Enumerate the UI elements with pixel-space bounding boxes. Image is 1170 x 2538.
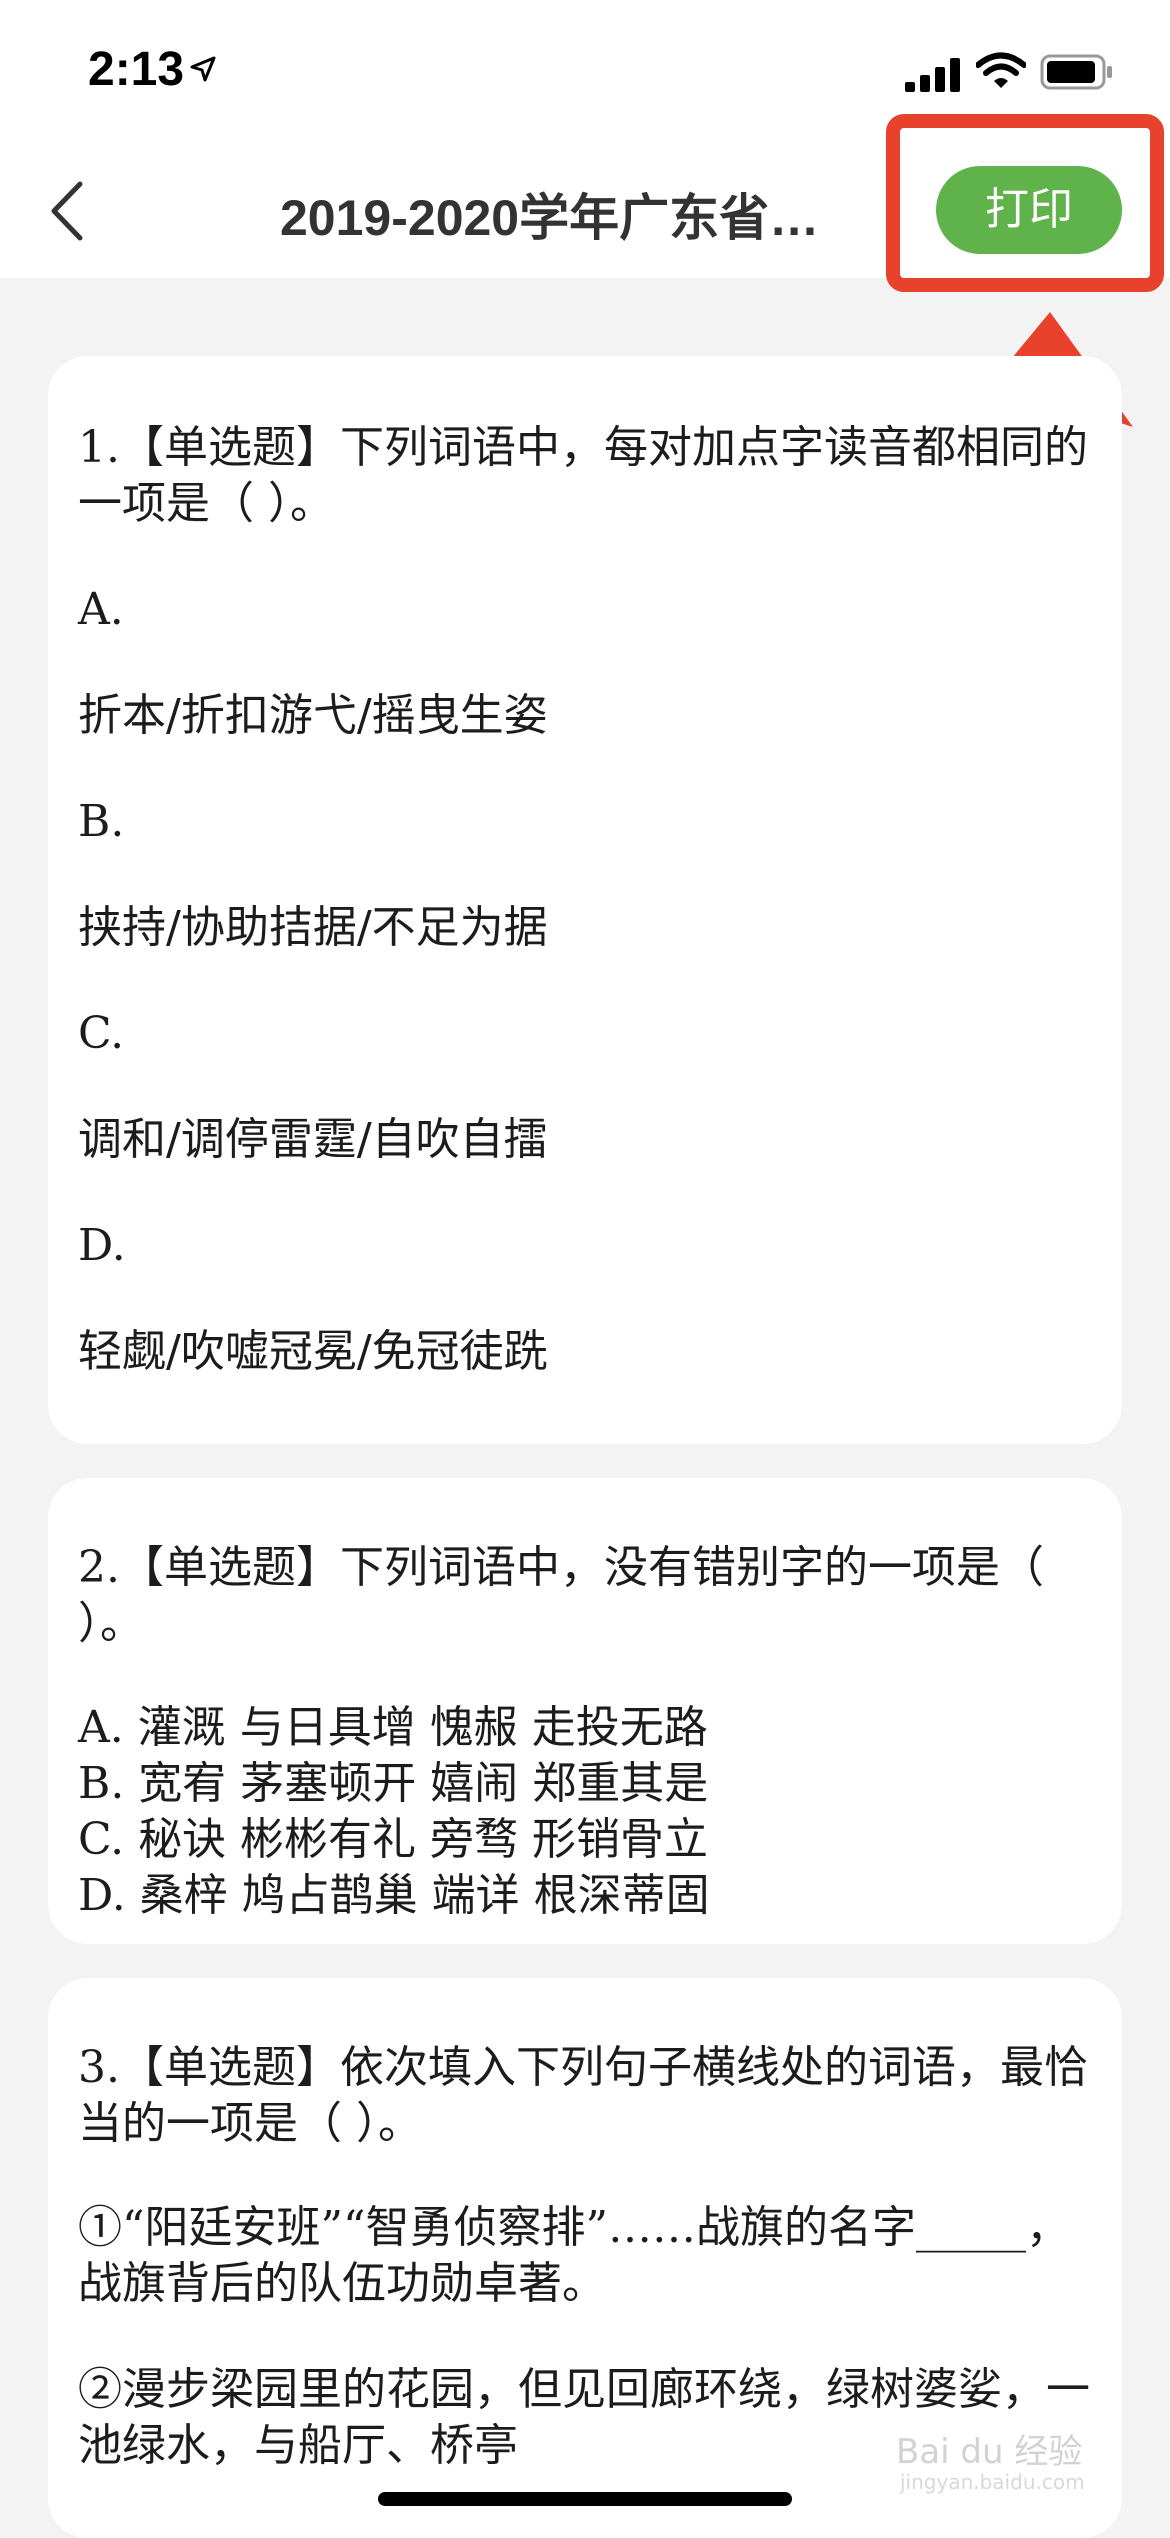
question-card-1: 1.【单选题】下列词语中，每对加点字读音都相同的一项是（ ）。 A. 折本/折扣… [48,356,1122,1444]
status-time: 2:13 [88,43,185,96]
location-arrow-icon [190,56,216,86]
battery-icon [1040,54,1114,94]
option-line: A. 灌溉 与日具增 愧赧 走投无路 [78,1702,708,1753]
question-sentence: ①“阳廷安班”“智勇侦察排”……战旗的名字_____，战旗背后的队伍功勋卓著。 [78,2202,1070,2309]
option-text: 挟持/协助拮据/不足为据 [78,902,548,953]
option-label: C. [78,1008,125,1059]
option-line: B. 宽宥 茅塞顿开 嬉闹 郑重其是 [78,1758,709,1809]
option-text: 调和/调停雷霆/自吹自擂 [78,1114,548,1165]
baidu-watermark: Bai du 经验 [896,2432,1083,2472]
option-line: D. 桑梓 鸠占鹊巢 端详 根深蒂固 [78,1870,710,1921]
highlight-box [886,114,1164,292]
baidu-watermark-url: jingyan.baidu.com [900,2470,1085,2494]
option-line: C. 秘诀 彬彬有礼 旁骛 形销骨立 [78,1814,709,1865]
chevron-left-icon [40,181,100,248]
back-button[interactable] [40,178,100,244]
option-label: D. [78,1220,126,1271]
option-label: B. [78,796,125,847]
question-stem: 1.【单选题】下列词语中，每对加点字读音都相同的一项是（ ）。 [78,422,1088,529]
page-title: 2019-2020学年广东省… [280,190,820,246]
question-stem: 3.【单选题】依次填入下列句子横线处的词语，最恰当的一项是（ ）。 [78,2042,1088,2149]
wifi-icon [975,52,1027,94]
option-text: 折本/折扣游弋/摇曳生姿 [78,690,548,741]
question-card-2: 2.【单选题】下列词语中，没有错别字的一项是（ ）。 A. 灌溉 与日具增 愧赧… [48,1478,1122,1944]
option-label: A. [78,584,124,635]
signal-icon [905,58,961,96]
option-text: 轻觑/吹嘘冠冕/免冠徒跣 [78,1326,548,1377]
home-indicator[interactable] [378,2492,792,2506]
question-stem: 2.【单选题】下列词语中，没有错别字的一项是（ ）。 [78,1542,1044,1649]
